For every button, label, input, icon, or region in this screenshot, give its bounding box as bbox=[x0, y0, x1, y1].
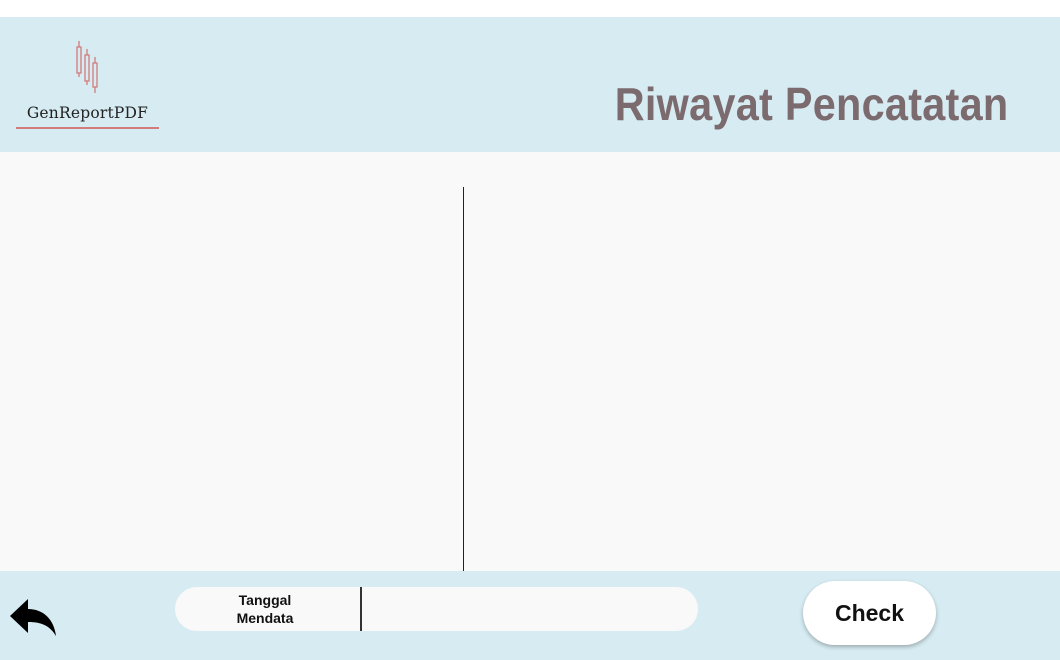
records-panel bbox=[0, 152, 1060, 571]
candlestick-chart-icon bbox=[76, 41, 98, 93]
header-bar: GenReportPDF Riwayat Pencatatan bbox=[0, 17, 1060, 152]
date-field: Tanggal Mendata bbox=[175, 587, 698, 631]
page-title: Riwayat Pencatatan bbox=[614, 78, 1008, 130]
logo-underline bbox=[16, 127, 159, 129]
date-field-separator bbox=[360, 587, 362, 631]
footer-bar: Tanggal Mendata Check bbox=[0, 571, 1060, 660]
panel-divider bbox=[463, 187, 464, 571]
check-button[interactable]: Check bbox=[803, 581, 936, 645]
date-input[interactable] bbox=[365, 587, 685, 631]
date-label: Tanggal Mendata bbox=[175, 591, 355, 627]
date-label-line2: Mendata bbox=[236, 610, 294, 626]
app-window: GenReportPDF Riwayat Pencatatan Tanggal … bbox=[0, 0, 1060, 660]
logo-text: GenReportPDF bbox=[26, 104, 149, 122]
back-arrow-icon[interactable] bbox=[8, 596, 60, 640]
date-label-line1: Tanggal bbox=[238, 592, 292, 608]
app-logo: GenReportPDF bbox=[16, 41, 160, 133]
